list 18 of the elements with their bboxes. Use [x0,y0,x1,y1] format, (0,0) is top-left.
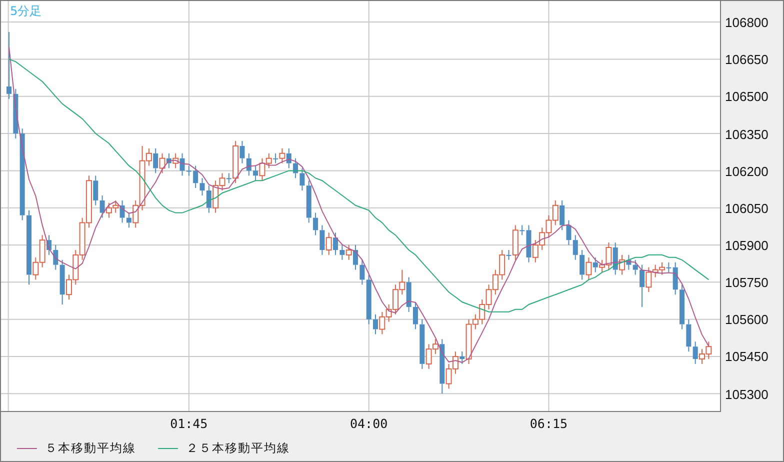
candlestick [6,31,12,100]
legend-label: ５本移動平均線 [45,440,136,456]
price-axis-label: 106800 [725,15,768,32]
price-axis-label: 105450 [725,349,768,366]
price-axis-label: 105900 [725,238,768,254]
time-axis-label: 06:15 [528,416,569,431]
price-axis-label: 106350 [725,126,768,143]
price-axis-label: 105750 [725,275,768,292]
price-axis-label: 106200 [725,164,768,180]
price-axis-label: 106500 [725,89,768,106]
price-axis-label: 105600 [725,312,768,328]
price-axis-label: 106050 [725,200,768,217]
price-axis-label: 106650 [725,52,768,68]
price-axis-label: 105300 [725,386,768,403]
time-axis-label: 01:45 [169,416,209,431]
chart-title: 5分足 [10,3,42,20]
time-axis-label: 04:00 [349,416,389,431]
legend-label: ２５本移動平均線 [186,440,290,456]
